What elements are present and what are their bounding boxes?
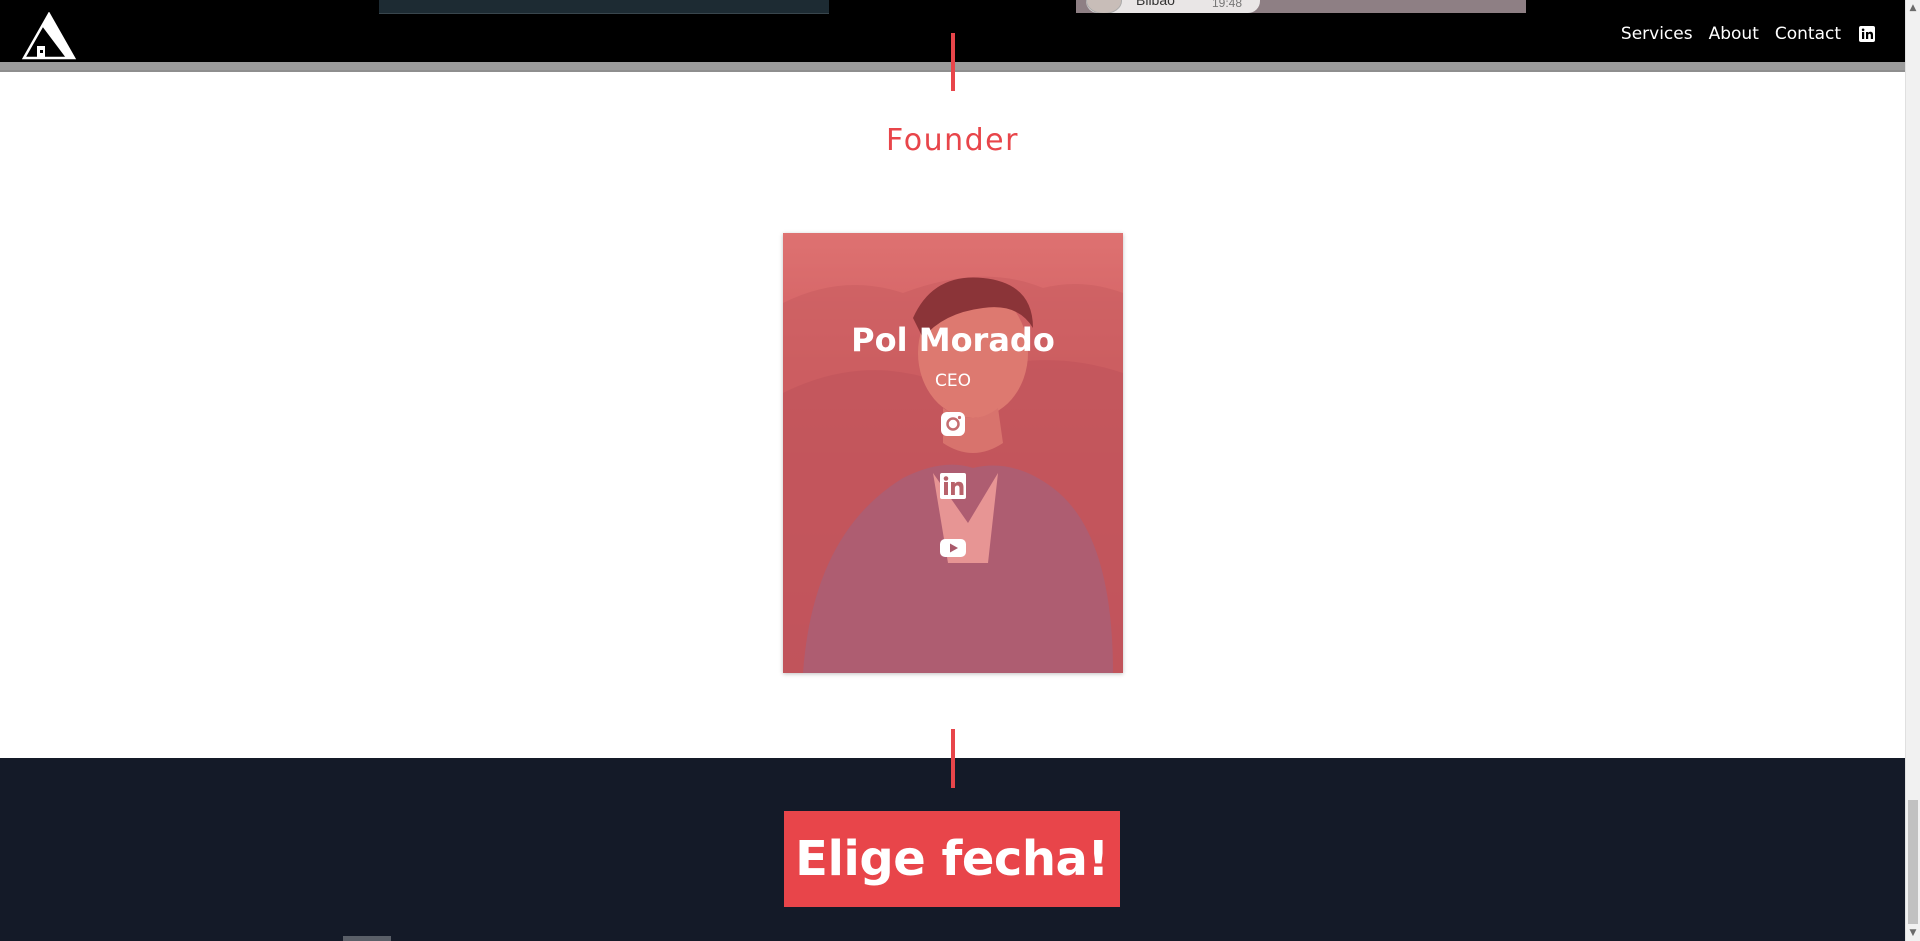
footer-tab-edge xyxy=(343,936,391,941)
nav-link-contact[interactable]: Contact xyxy=(1775,24,1841,44)
linkedin-icon[interactable] xyxy=(938,471,968,501)
founder-role: CEO xyxy=(935,371,971,391)
accent-divider-top xyxy=(951,33,955,91)
avatar xyxy=(1086,0,1122,13)
scroll-up-arrow-icon[interactable]: ▲ xyxy=(1908,3,1918,13)
scrollbar-thumb[interactable] xyxy=(1908,800,1918,924)
accent-divider-bottom xyxy=(951,729,955,788)
page-scrollbar[interactable]: ▲ ▼ xyxy=(1905,0,1920,941)
chat-preview-chip: Bilbao 19:48 xyxy=(1086,0,1260,13)
youtube-icon[interactable] xyxy=(938,533,968,563)
chat-preview-city: Bilbao xyxy=(1136,0,1175,8)
nav-menu: Services About Contact xyxy=(1621,24,1875,44)
chat-preview-time: 19:48 xyxy=(1212,0,1243,10)
founder-card: Pol Morado CEO xyxy=(783,233,1123,673)
card-color-overlay xyxy=(783,233,1123,673)
home-logo[interactable] xyxy=(20,12,78,60)
linkedin-icon[interactable] xyxy=(1859,26,1875,42)
instagram-icon[interactable] xyxy=(938,409,968,439)
previous-section-image xyxy=(379,0,829,14)
founder-name: Pol Morado xyxy=(851,321,1055,359)
section-title-founder: Founder xyxy=(886,122,1019,158)
choose-date-button[interactable]: Elige fecha! xyxy=(784,811,1120,907)
scroll-down-arrow-icon[interactable]: ▼ xyxy=(1908,928,1918,938)
nav-link-services[interactable]: Services xyxy=(1621,24,1693,44)
nav-link-about[interactable]: About xyxy=(1709,24,1759,44)
